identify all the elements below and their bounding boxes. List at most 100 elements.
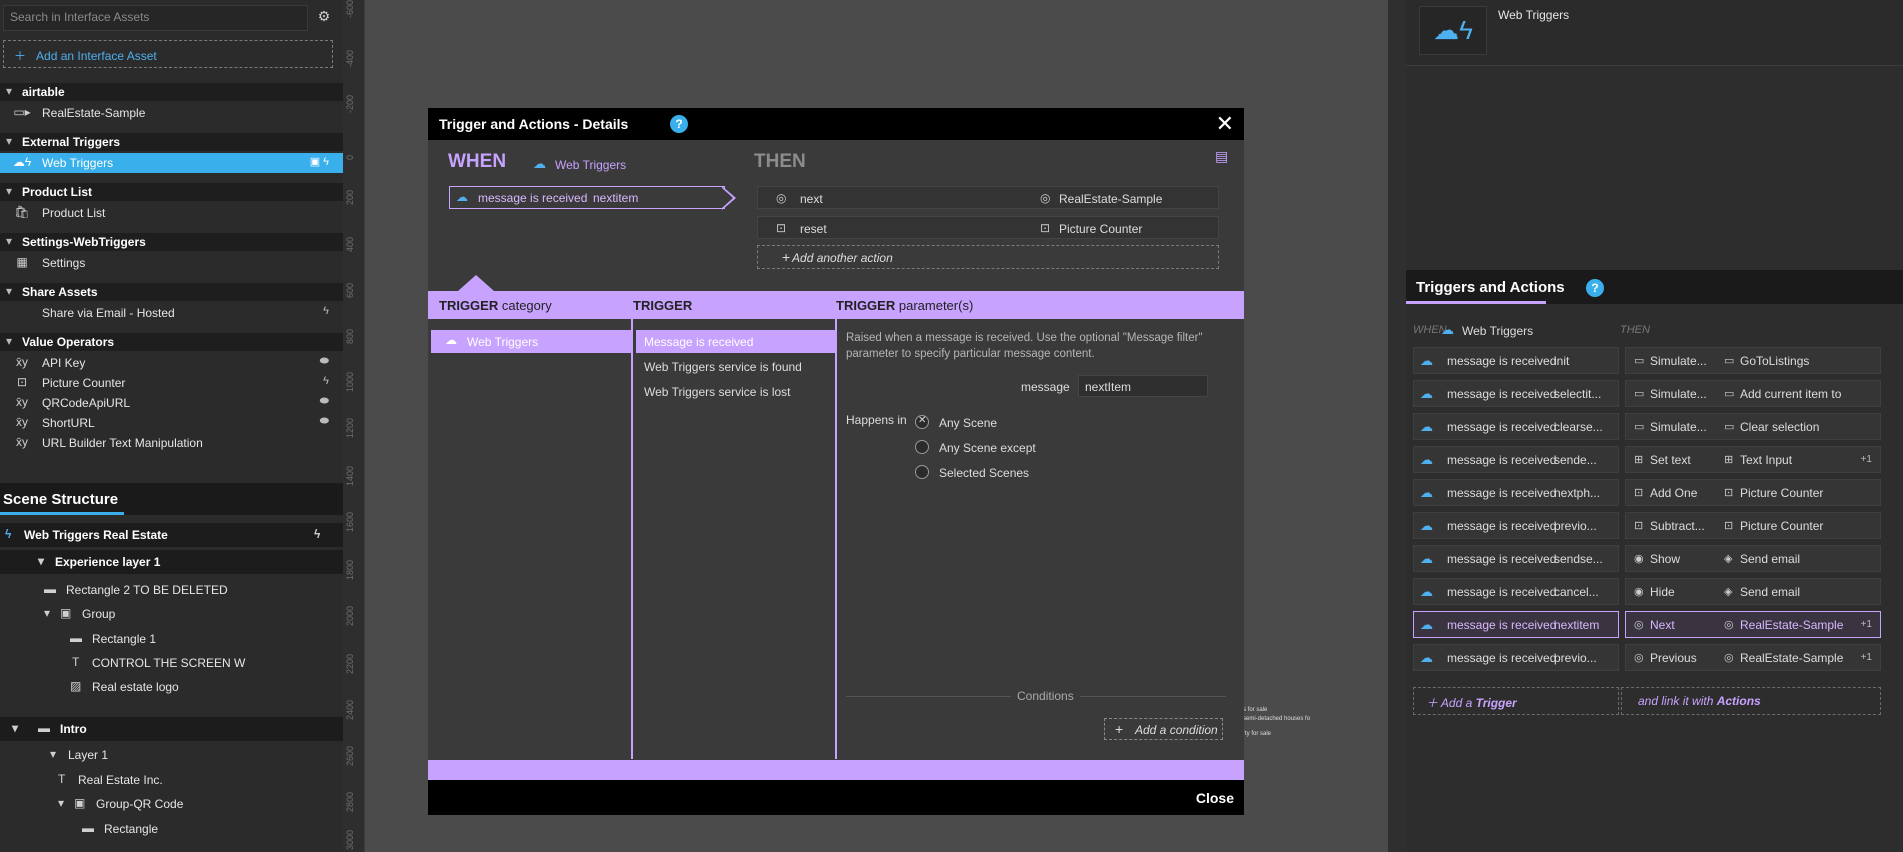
trigger-option[interactable]: Web Triggers service is lost bbox=[636, 380, 835, 403]
trigger-action-row[interactable]: ☁ message is received clearse... ▭ Simulate.… bbox=[1413, 413, 1881, 440]
asset-item-share-via-email[interactable]: Share via Email - Hosted ϟ bbox=[0, 303, 343, 323]
scene-row[interactable]: ▾ ▬ Intro bbox=[0, 717, 343, 741]
gear-icon[interactable]: ⚙ bbox=[314, 8, 334, 28]
tree-row[interactable]: ▬ Rectangle 1 bbox=[0, 627, 343, 651]
group-header-value-operators[interactable]: Value Operators bbox=[0, 333, 343, 351]
asset-item-web-triggers[interactable]: ☁ϟ Web Triggers ▣ ϟ bbox=[0, 153, 343, 173]
plus-icon: + bbox=[1115, 721, 1124, 737]
canvas-scrollbar[interactable] bbox=[1388, 0, 1406, 852]
eye-icon[interactable]: ⬬ bbox=[320, 415, 329, 428]
trigger-action-row[interactable]: ☁ message is received init ▭ Simulate... ▭ GoT… bbox=[1413, 347, 1881, 374]
asset-item-api-key[interactable]: x̄y API Key ⬬ bbox=[0, 353, 343, 373]
radio-any-scene[interactable] bbox=[915, 415, 929, 429]
tree-row[interactable]: ▾ ▣ Group bbox=[0, 602, 343, 626]
trigger-action-row[interactable]: ☁ message is received nextph... ⊡ Add One ⊡ Pi… bbox=[1413, 479, 1881, 506]
counter-icon: ⊡ bbox=[1634, 520, 1644, 532]
trigger-action-row[interactable]: ☁ message is received selectit... ▭ Simulate… bbox=[1413, 380, 1881, 407]
link-actions-button[interactable]: and link it with Actions bbox=[1621, 687, 1881, 715]
share-icon bbox=[12, 305, 32, 321]
asset-item-shorturl[interactable]: x̄y ShortURL ⬬ bbox=[0, 413, 343, 433]
chevron-down-icon[interactable]: ▾ bbox=[38, 554, 44, 568]
airtable-icon: ◎ bbox=[776, 191, 787, 205]
scene-row[interactable]: ϟ Web Triggers Real Estate ϟ bbox=[0, 523, 343, 547]
chevron-down-icon[interactable]: ▾ bbox=[12, 721, 18, 735]
eye-icon[interactable]: ⬬ bbox=[320, 355, 329, 368]
category-column bbox=[428, 319, 633, 759]
chevron-down-icon[interactable]: ▾ bbox=[44, 606, 50, 620]
asset-search-input[interactable]: Search in Interface Assets bbox=[3, 5, 308, 31]
scene-structure-tab[interactable]: Scene Structure bbox=[0, 483, 343, 515]
trigger-option[interactable]: Web Triggers service is found bbox=[636, 355, 835, 378]
group-header-share-assets[interactable]: Share Assets bbox=[0, 283, 343, 301]
trigger-action-row[interactable]: ☁ message is received sende... ⊞ Set text ⊞ Te… bbox=[1413, 446, 1881, 473]
help-icon[interactable]: ? bbox=[670, 115, 688, 133]
asset-item-url-builder[interactable]: x̄y URL Builder Text Manipulation bbox=[0, 433, 343, 453]
tree-row[interactable]: ▬ Rectangle bbox=[0, 817, 343, 841]
group-header-product-list[interactable]: Product List bbox=[0, 183, 343, 201]
asset-item-picture-counter[interactable]: ⊡ Picture Counter ϟ bbox=[0, 373, 343, 393]
ruler-tick: 3000 bbox=[345, 829, 355, 850]
help-icon[interactable]: ? bbox=[1586, 279, 1604, 297]
add-another-action-button[interactable]: + Add another action bbox=[757, 245, 1219, 269]
layers-icon: ◈ bbox=[1724, 553, 1733, 565]
web-trigger-icon: ☁ bbox=[456, 190, 468, 204]
web-trigger-icon: ☁ bbox=[1420, 353, 1433, 368]
tab-notch bbox=[458, 275, 494, 291]
tree-row[interactable]: ▾ ▣ Group-QR Code bbox=[0, 792, 343, 816]
ruler-tick: 1000 bbox=[345, 371, 355, 392]
when-asset-label[interactable]: Web Triggers bbox=[555, 158, 626, 172]
group-header-external-triggers[interactable]: External Triggers bbox=[0, 133, 343, 151]
grid-icon: ▦ bbox=[16, 255, 28, 269]
trigger-action-row[interactable]: ☁ message is received previo... ◎ Previous ◎ R… bbox=[1413, 644, 1881, 671]
rectangle-icon: ▬ bbox=[44, 582, 56, 596]
action-row[interactable]: ⊡ reset ⊡ Picture Counter bbox=[757, 216, 1219, 239]
selected-trigger[interactable]: ☁ message is received nextitem bbox=[449, 186, 725, 209]
web-trigger-icon: ☁ bbox=[533, 156, 546, 171]
radio-selected-scenes[interactable] bbox=[915, 465, 929, 479]
asset-item-product-list[interactable]: 🛍 Product List bbox=[0, 203, 343, 223]
layers-icon: ◈ bbox=[1724, 586, 1733, 598]
eye-icon[interactable]: ⬬ bbox=[320, 395, 329, 408]
layer-row[interactable]: ▾ Experience layer 1 bbox=[0, 550, 343, 574]
message-filter-input[interactable]: nextItem bbox=[1078, 375, 1208, 397]
radio-label: Any Scene except bbox=[939, 441, 1036, 455]
close-button[interactable]: Close bbox=[1196, 790, 1234, 806]
radio-any-scene-except[interactable] bbox=[915, 440, 929, 454]
tree-row[interactable]: ▨ Real estate logo bbox=[0, 675, 343, 699]
ruler-tick: 2600 bbox=[345, 745, 355, 766]
ruler-tick: 200 bbox=[345, 189, 355, 205]
counter-icon: ⊡ bbox=[1724, 487, 1734, 499]
asset-item-qrcodeapiurl[interactable]: x̄y QRCodeApiURL ⬬ bbox=[0, 393, 343, 413]
chevron-down-icon[interactable]: ▾ bbox=[58, 796, 64, 810]
add-interface-asset-button[interactable]: ＋ Add an Interface Asset bbox=[3, 40, 333, 68]
tree-row[interactable]: T Real Estate Inc. bbox=[0, 768, 343, 792]
category-item-web-triggers[interactable]: ☁ Web Triggers bbox=[431, 330, 631, 353]
trigger-arrow-inner bbox=[722, 188, 733, 208]
trigger-description: Raised when a message is received. Use t… bbox=[846, 332, 1203, 360]
tree-row[interactable]: ▬ Rectangle 2 TO BE DELETED bbox=[0, 578, 343, 602]
action-row[interactable]: ◎ next ◎ RealEstate-Sample bbox=[757, 186, 1219, 209]
ruler-tick: 2400 bbox=[345, 699, 355, 720]
add-trigger-button[interactable]: ＋ Add a Trigger bbox=[1413, 687, 1619, 715]
when-asset-label: Web Triggers bbox=[1462, 324, 1534, 338]
web-trigger-icon: ☁ϟ bbox=[12, 155, 32, 169]
value-operator-icon: x̄y bbox=[16, 355, 28, 369]
asset-item-settings[interactable]: ▦ Settings bbox=[0, 253, 343, 273]
trigger-action-row-selected[interactable]: ☁ message is received nextitem ◎ Next ◎ RealEs… bbox=[1413, 611, 1881, 638]
group-header-settings-webtriggers[interactable]: Settings-WebTriggers bbox=[0, 233, 343, 251]
header-trigger-params: TRIGGER parameter(s) bbox=[836, 298, 974, 313]
trigger-action-row[interactable]: ☁ message is received previo... ⊡ Subtract..… bbox=[1413, 512, 1881, 539]
group-header-airtable[interactable]: airtable bbox=[0, 83, 343, 101]
add-condition-button[interactable]: + Add a condition bbox=[1104, 718, 1223, 740]
eye-icon: ◉ bbox=[1634, 586, 1644, 598]
trigger-option[interactable]: Message is received bbox=[636, 330, 835, 353]
trigger-action-row[interactable]: ☁ message is received cancel... ◉ Hide ◈ Send … bbox=[1413, 578, 1881, 605]
chevron-down-icon[interactable]: ▾ bbox=[50, 747, 56, 761]
ruler-tick: 0 bbox=[345, 154, 355, 160]
tree-row[interactable]: T CONTROL THE SCREEN W bbox=[0, 651, 343, 675]
table-view-icon[interactable]: ▤ bbox=[1215, 148, 1228, 165]
asset-item-realestate-sample[interactable]: ▭▸ RealEstate-Sample bbox=[0, 103, 343, 123]
tree-row[interactable]: ▾ Layer 1 bbox=[0, 743, 343, 767]
trigger-action-row[interactable]: ☁ message is received sendse... ◉ Show ◈ Send … bbox=[1413, 545, 1881, 572]
close-icon[interactable]: ✕ bbox=[1216, 111, 1234, 137]
